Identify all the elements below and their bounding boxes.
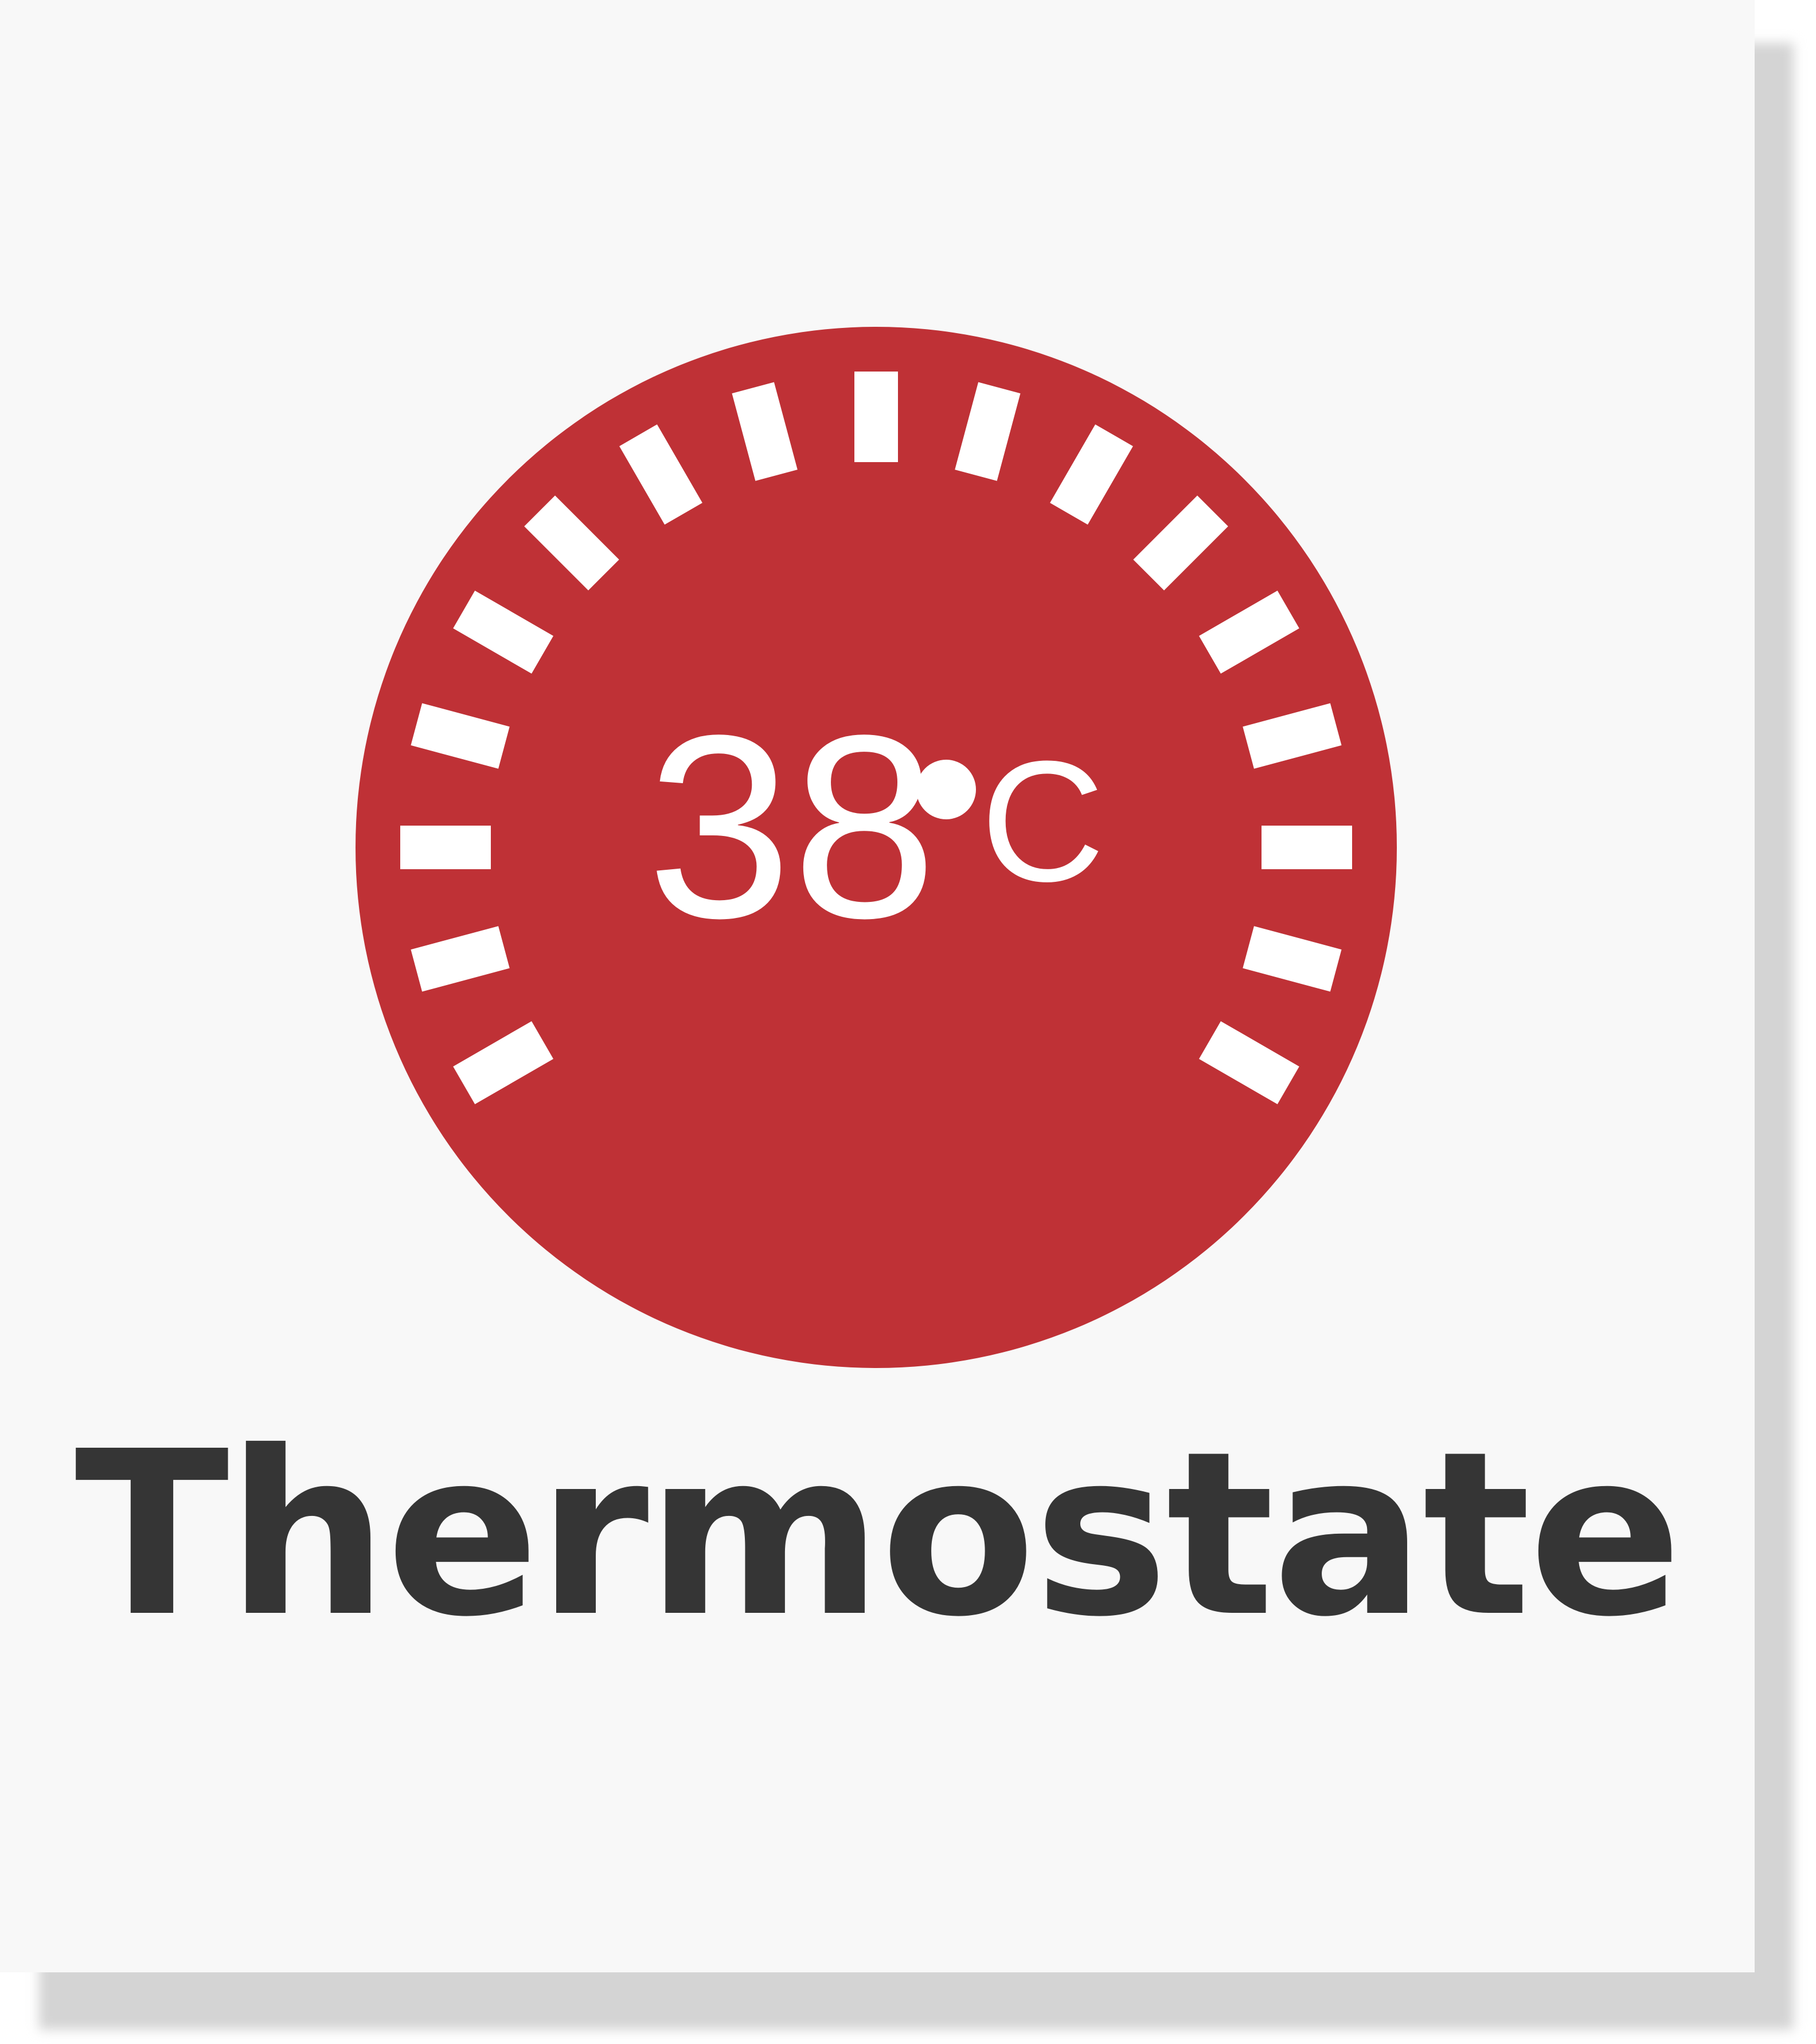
dial-tick <box>854 372 898 462</box>
thermostat-dial-icon <box>356 327 1397 1368</box>
thermostat-card: 38 C Thermostate <box>0 0 1755 1972</box>
dial-tick <box>400 826 491 869</box>
thermostat-label: Thermostate <box>75 1403 1682 1667</box>
dial-face <box>356 327 1397 1368</box>
dial-tick <box>1262 826 1352 869</box>
